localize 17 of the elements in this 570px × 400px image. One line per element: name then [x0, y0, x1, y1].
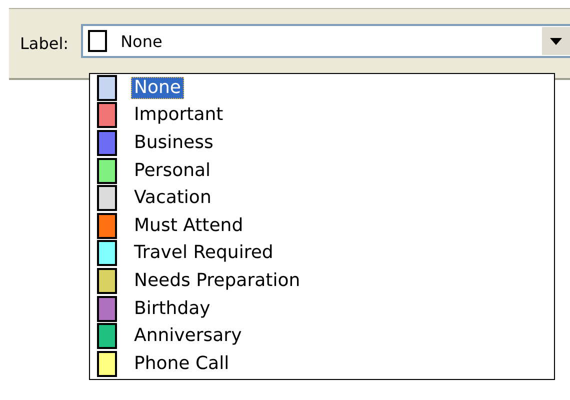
dropdown-option[interactable]: None — [131, 76, 184, 99]
dropdown-option[interactable]: Must Attend — [131, 214, 246, 237]
dropdown-option[interactable]: Anniversary — [131, 325, 245, 348]
dropdown-option[interactable]: Travel Required — [131, 242, 276, 264]
dropdown-option[interactable]: Business — [131, 132, 216, 154]
field-label: Label: — [20, 34, 69, 53]
dropdown-option[interactable]: Needs Preparation — [131, 270, 304, 292]
dropdown-option[interactable]: Phone Call — [131, 352, 232, 375]
color-swatch — [88, 30, 107, 52]
dropdown-value: None — [120, 32, 164, 50]
dropdown-button[interactable] — [541, 27, 570, 55]
dropdown-option[interactable]: Important — [131, 104, 226, 126]
dropdown-option[interactable]: Vacation — [131, 187, 214, 210]
label-dropdown[interactable]: None — [80, 24, 570, 58]
dropdown-option[interactable]: Birthday — [131, 298, 214, 320]
dropdown-option[interactable]: Personal — [131, 160, 214, 182]
caret-icon — [550, 38, 562, 44]
